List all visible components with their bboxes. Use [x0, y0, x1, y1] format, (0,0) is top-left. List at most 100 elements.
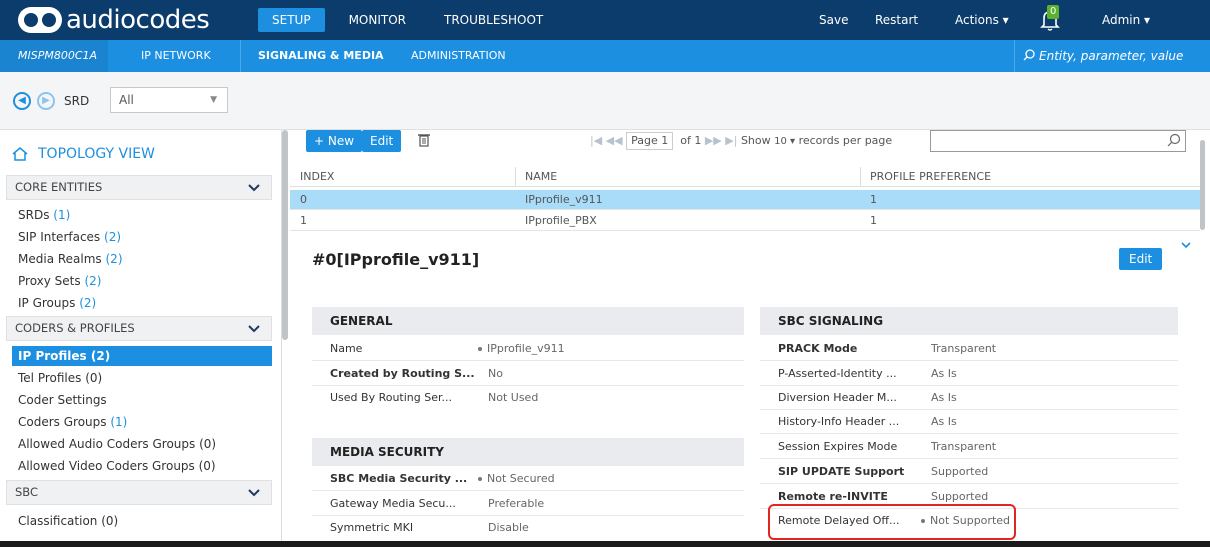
field-label: P-Asserted-Identity ... — [778, 367, 897, 380]
subtab-signaling-media[interactable]: SIGNALING & MEDIA — [258, 40, 384, 72]
divider — [760, 385, 1178, 386]
sidebar-item-coders-groups[interactable]: Coders Groups (1) — [18, 412, 127, 432]
pager: |◀ ◀◀ Page 1 of 1 ▶▶ ▶| Show 10 ▾ record… — [590, 132, 892, 150]
search-icon — [1167, 133, 1181, 147]
divider — [312, 515, 744, 516]
back-arrow-icon[interactable]: ◀ — [13, 92, 31, 110]
field-label: SBC Media Security ... — [330, 472, 468, 485]
top-bar: audiocodes SETUP MONITOR TROUBLESHOOT Sa… — [0, 0, 1210, 40]
logo-text: audiocodes — [66, 5, 210, 35]
trash-icon[interactable] — [418, 133, 430, 147]
srd-select[interactable]: All ▼ — [110, 87, 228, 113]
field-label: PRACK Mode — [778, 342, 858, 355]
topology-view-link[interactable]: TOPOLOGY VIEW — [12, 146, 155, 162]
media-security-panel-header: MEDIA SECURITY — [312, 438, 744, 466]
col-index[interactable]: INDEX — [300, 167, 334, 187]
table-header: INDEX NAME PROFILE PREFERENCE — [290, 167, 1200, 187]
admin-menu[interactable]: Admin ▾ — [1102, 0, 1150, 40]
table-row[interactable]: 1 IPprofile_PBX 1 — [290, 211, 1200, 231]
records-select[interactable]: 10 ▾ — [774, 136, 795, 147]
divider — [760, 433, 1178, 434]
table-row[interactable]: 0 IPprofile_v911 1 — [290, 190, 1200, 210]
section-label: SBC — [15, 485, 39, 499]
srd-select-value: All — [119, 93, 134, 107]
window-bottom-edge — [0, 541, 1210, 547]
sbc-signaling-panel-header: SBC SIGNALING — [760, 307, 1178, 335]
col-name[interactable]: NAME — [525, 167, 557, 187]
sidebar-item-tel-profiles[interactable]: Tel Profiles (0) — [18, 368, 102, 388]
divider — [515, 167, 516, 187]
sidebar-item-ip-profiles[interactable]: IP Profiles (2) — [12, 346, 272, 366]
global-search-placeholder: Entity, parameter, value — [1039, 49, 1184, 63]
highlight-box — [768, 504, 1016, 540]
page-input[interactable]: 1 — [661, 134, 668, 147]
sidebar-item-allowed-audio-coders[interactable]: Allowed Audio Coders Groups (0) — [18, 434, 216, 454]
save-button[interactable]: Save — [819, 0, 848, 40]
notification-badge: 0 — [1047, 5, 1060, 19]
device-name: MISPM800C1A — [0, 40, 108, 72]
subtab-administration[interactable]: ADMINISTRATION — [411, 40, 506, 72]
sub-nav-bar: MISPM800C1A IP NETWORK SIGNALING & MEDIA… — [0, 40, 1210, 72]
caret-down-icon: ▼ — [210, 95, 217, 105]
chevron-down-icon[interactable] — [1180, 240, 1192, 250]
sidebar-scrollbar[interactable] — [282, 130, 288, 340]
divider — [760, 409, 1178, 410]
global-search[interactable]: Entity, parameter, value — [1014, 40, 1210, 72]
new-button[interactable]: + New — [306, 130, 363, 152]
divider — [760, 458, 1178, 459]
sidebar-item-srds[interactable]: SRDs (1) — [18, 205, 70, 225]
edit-button[interactable]: Edit — [362, 130, 402, 152]
field-value: Transparent — [931, 440, 997, 453]
field-value: No — [488, 367, 503, 380]
detail-title: #0[IPprofile_v911] — [312, 250, 480, 269]
section-label: CODERS & PROFILES — [15, 321, 135, 335]
audiocodes-logo[interactable]: audiocodes — [18, 4, 210, 36]
restart-button[interactable]: Restart — [875, 0, 918, 40]
cell-index: 1 — [300, 214, 307, 227]
section-sbc[interactable]: SBC — [6, 480, 272, 505]
chevron-down-icon — [248, 325, 260, 333]
sidebar-item-media-realms[interactable]: Media Realms (2) — [18, 249, 123, 269]
field-label: Session Expires Mode — [778, 440, 898, 453]
table-toolbar: + New Edit |◀ ◀◀ Page 1 of 1 ▶▶ ▶| Show … — [290, 130, 1200, 166]
field-label: Symmetric MKI — [330, 521, 414, 534]
section-coders-profiles[interactable]: CODERS & PROFILES — [6, 316, 272, 341]
subtab-ip-network[interactable]: IP NETWORK — [141, 40, 211, 72]
sidebar-item-sip-interfaces[interactable]: SIP Interfaces (2) — [18, 227, 121, 247]
actions-menu[interactable]: Actions ▾ — [955, 0, 1009, 40]
show-label: Show — [740, 134, 771, 147]
field-label: Diversion Header M... — [778, 391, 897, 404]
divider — [760, 360, 1178, 361]
sidebar-item-ip-groups[interactable]: IP Groups (2) — [18, 293, 96, 313]
sidebar-item-proxy-sets[interactable]: Proxy Sets (2) — [18, 271, 101, 291]
sidebar-item-classification[interactable]: Classification (0) — [18, 511, 118, 531]
col-profile-preference[interactable]: PROFILE PREFERENCE — [870, 167, 991, 187]
field-value: Supported — [931, 490, 989, 503]
forward-arrow-icon[interactable]: ▶ — [37, 92, 55, 110]
field-label: SIP UPDATE Support — [778, 465, 905, 478]
table-search-input[interactable] — [930, 130, 1186, 152]
sidebar-item-coder-settings[interactable]: Coder Settings — [18, 390, 107, 410]
detail-edit-button[interactable]: Edit — [1119, 248, 1163, 270]
general-panel-header: GENERAL — [312, 307, 744, 335]
sidebar-item-allowed-video-coders[interactable]: Allowed Video Coders Groups (0) — [18, 456, 216, 476]
tab-troubleshoot[interactable]: TROUBLESHOOT — [430, 8, 557, 32]
chevron-down-icon — [248, 489, 260, 497]
last-page-icon[interactable]: ▶▶ ▶| — [705, 134, 738, 147]
divider — [312, 385, 744, 386]
search-icon — [1023, 49, 1035, 61]
table-scrollbar[interactable] — [1200, 140, 1205, 230]
tab-setup[interactable]: SETUP — [258, 8, 325, 32]
field-label: History-Info Header ... — [778, 415, 900, 428]
cell-name: IPprofile_PBX — [525, 214, 597, 227]
section-core-entities[interactable]: CORE ENTITIES — [6, 175, 272, 200]
home-icon — [12, 147, 28, 161]
field-label: Name — [330, 342, 363, 355]
field-value: As Is — [931, 415, 957, 428]
topology-sidebar: TOPOLOGY VIEW CORE ENTITIES SRDs (1) SIP… — [0, 130, 282, 547]
tab-monitor[interactable]: MONITOR — [335, 8, 420, 32]
divider — [312, 490, 744, 491]
field-value: Disable — [488, 521, 529, 534]
field-value: Not Used — [488, 391, 539, 404]
first-page-icon[interactable]: |◀ ◀◀ — [590, 134, 623, 147]
